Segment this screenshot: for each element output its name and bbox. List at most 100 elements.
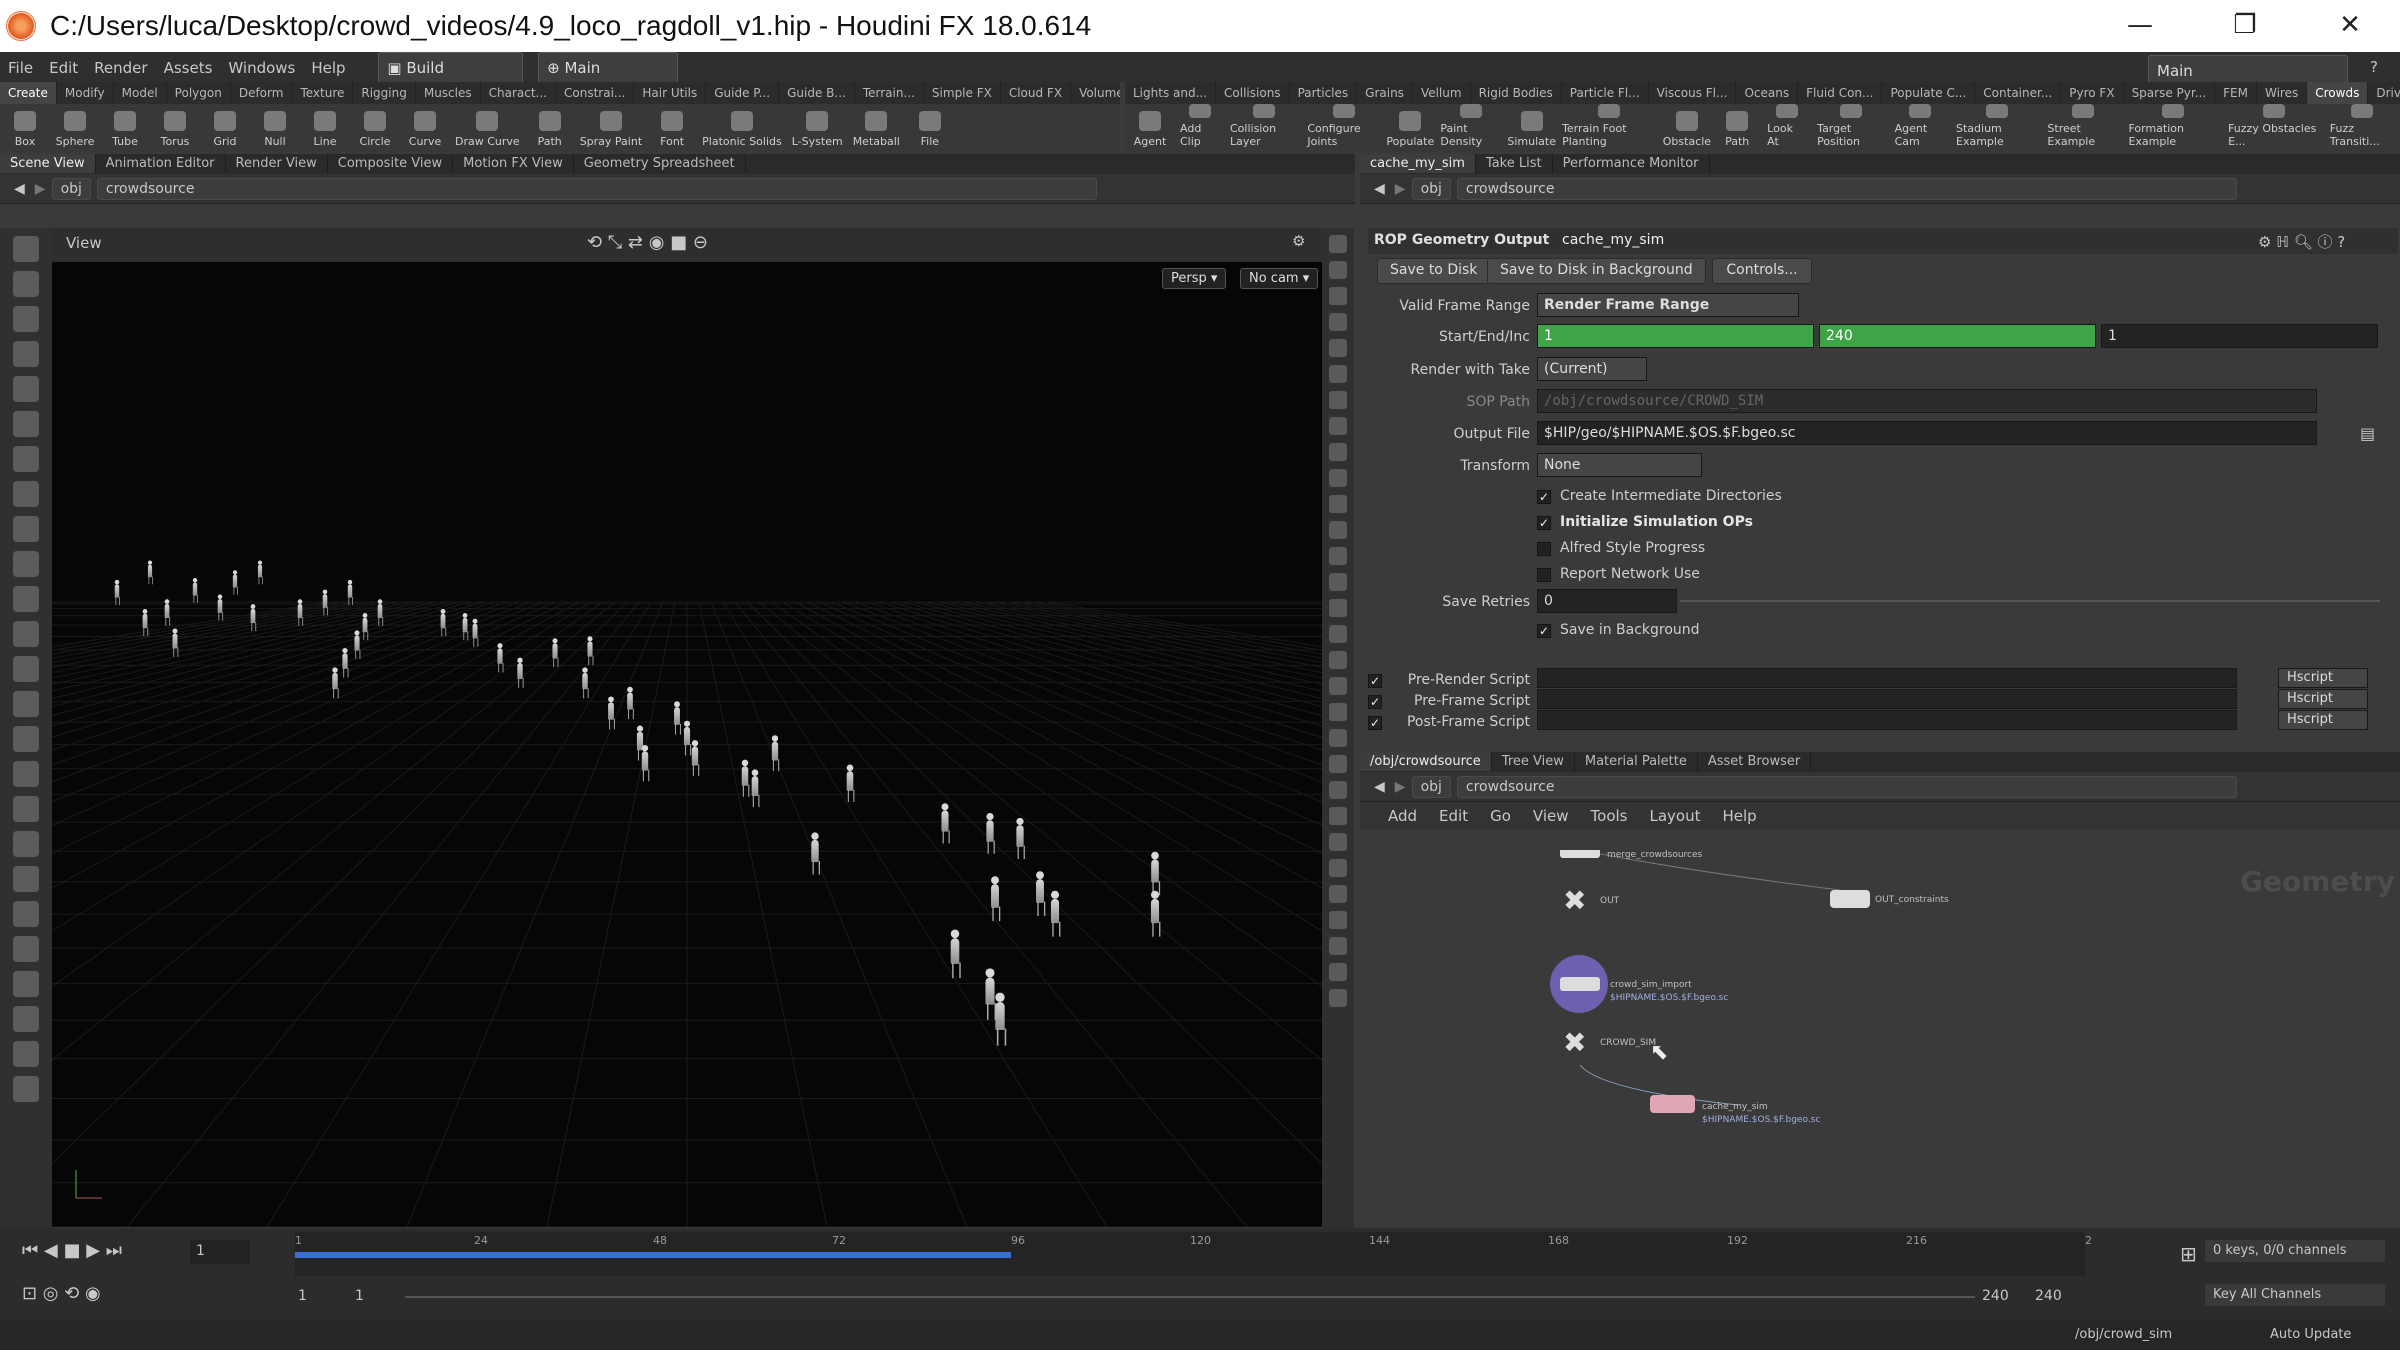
current-frame-field[interactable]: 1 <box>190 1240 250 1264</box>
shelf-tab-create[interactable]: Create <box>0 82 57 104</box>
display-option-icon[interactable] <box>1329 911 1347 929</box>
net-path-obj[interactable]: obj <box>1411 775 1451 798</box>
display-option-icon[interactable] <box>1329 365 1347 383</box>
script-field[interactable] <box>1537 710 2237 730</box>
net-back-icon[interactable]: ◀ <box>1374 779 1385 795</box>
display-option-icon[interactable] <box>1329 781 1347 799</box>
menu-render[interactable]: Render <box>86 53 155 83</box>
timeline-tools[interactable]: ⊡ ◎ ⟲ ◉ <box>22 1283 101 1304</box>
tab-composite-view[interactable]: Composite View <box>328 154 454 173</box>
selection-tools-icon[interactable]: ⟲ ⤡ ⇄ ◉ ■ ⊖ <box>587 232 708 253</box>
shelf-tool-fuzzy-obstacles-e[interactable]: Fuzzy Obstacles E... <box>2223 104 2325 152</box>
network-menu-go[interactable]: Go <box>1490 807 1511 825</box>
network-menu-layout[interactable]: Layout <box>1649 807 1700 825</box>
viewport-tool-icon[interactable] <box>13 516 39 542</box>
node-header-icons[interactable]: ⚙ ℍ 🔍︎ ⓘ ? <box>2258 231 2345 252</box>
display-option-icon[interactable] <box>1329 469 1347 487</box>
restore-button[interactable]: ❐ <box>2225 8 2265 42</box>
display-option-icon[interactable] <box>1329 989 1347 1007</box>
display-option-icon[interactable] <box>1329 495 1347 513</box>
create-dirs-checkbox[interactable]: ✓ <box>1537 490 1551 504</box>
tab-render-view[interactable]: Render View <box>226 154 328 173</box>
display-option-icon[interactable] <box>1329 391 1347 409</box>
viewport-tool-icon[interactable] <box>13 691 39 717</box>
shelf-tool-spray-paint[interactable]: Spray Paint <box>575 104 647 152</box>
shelf-tab-rigging[interactable]: Rigging <box>353 82 416 104</box>
display-option-icon[interactable] <box>1329 417 1347 435</box>
controls-button[interactable]: Controls... <box>1712 258 1812 284</box>
forward-icon[interactable]: ▶ <box>35 181 46 197</box>
shelf-tool-draw-curve[interactable]: Draw Curve <box>450 104 525 152</box>
param-path-obj[interactable]: obj <box>1411 177 1451 200</box>
playback-controls[interactable]: ⏮ ◀ ■ ▶ ⏭ <box>22 1240 122 1261</box>
display-option-icon[interactable] <box>1329 573 1347 591</box>
shelf-tool-platonic-solids[interactable]: Platonic Solids <box>697 104 787 152</box>
out-constraints-node[interactable] <box>1830 890 1870 908</box>
display-option-icon[interactable] <box>1329 703 1347 721</box>
shelf-tab-pyro-fx[interactable]: Pyro FX <box>2061 82 2124 104</box>
menu-file[interactable]: File <box>0 53 41 83</box>
display-option-icon[interactable] <box>1329 547 1347 565</box>
shelf-tab-particles[interactable]: Particles <box>1290 82 1358 104</box>
viewport-tool-icon[interactable] <box>13 656 39 682</box>
tab-cache-my-sim[interactable]: cache_my_sim <box>1360 154 1476 173</box>
shelf-tool-target-position[interactable]: Target Position <box>1812 104 1889 152</box>
shelf-tool-circle[interactable]: Circle <box>350 104 400 152</box>
timeline-bar[interactable]: 1 24 48 72 96 120 144 168 192 216 2 <box>295 1232 2092 1276</box>
tab-obj-crowdsource[interactable]: /obj/crowdsource <box>1360 752 1492 771</box>
menu-assets[interactable]: Assets <box>156 53 221 83</box>
merge-node[interactable] <box>1560 850 1600 858</box>
tab-take-list[interactable]: Take List <box>1476 154 1553 173</box>
3d-viewport[interactable]: Persp ▾ No cam ▾ <box>52 262 1322 1227</box>
display-option-icon[interactable] <box>1329 339 1347 357</box>
menu-windows[interactable]: Windows <box>220 53 303 83</box>
viewport-tool-icon[interactable] <box>13 376 39 402</box>
display-option-icon[interactable] <box>1329 235 1347 253</box>
script-language-menu[interactable]: Hscript <box>2278 668 2368 688</box>
shelf-tab-constrai[interactable]: Constrai... <box>556 82 635 104</box>
shelf-tab-lights-and[interactable]: Lights and... <box>1125 82 1217 104</box>
viewport-tool-icon[interactable] <box>13 1006 39 1032</box>
shelf-tool-box[interactable]: Box <box>0 104 50 152</box>
shelf-tab-fem[interactable]: FEM <box>2215 82 2257 104</box>
shelf-tool-path[interactable]: Path <box>1712 104 1762 152</box>
network-menu-add[interactable]: Add <box>1388 807 1417 825</box>
start-field[interactable]: 1 <box>1537 324 1814 348</box>
close-button[interactable]: ✕ <box>2330 8 2370 42</box>
viewport-tool-icon[interactable] <box>13 411 39 437</box>
shelf-tab-deform[interactable]: Deform <box>231 82 293 104</box>
shelf-tool-torus[interactable]: Torus <box>150 104 200 152</box>
desktop-select[interactable]: ▣ Build <box>378 52 524 84</box>
viewport-tool-icon[interactable] <box>13 236 39 262</box>
shelf-tool-simulate[interactable]: Simulate <box>1506 104 1557 152</box>
back-icon[interactable]: ◀ <box>14 181 25 197</box>
shelf-tool-l-system[interactable]: L-System <box>787 104 848 152</box>
viewport-tool-icon[interactable] <box>13 481 39 507</box>
display-option-icon[interactable] <box>1329 599 1347 617</box>
shelf-tool-curve[interactable]: Curve <box>400 104 450 152</box>
shelf-tool-grid[interactable]: Grid <box>200 104 250 152</box>
display-option-icon[interactable] <box>1329 677 1347 695</box>
display-option-icon[interactable] <box>1329 729 1347 747</box>
viewport-tool-icon[interactable] <box>13 446 39 472</box>
shelf-tool-collision-layer[interactable]: Collision Layer <box>1225 104 1302 152</box>
viewport-tool-icon[interactable] <box>13 866 39 892</box>
shelf-tool-configure-joints[interactable]: Configure Joints <box>1302 104 1385 152</box>
shelf-tab-grains[interactable]: Grains <box>1357 82 1413 104</box>
display-option-icon[interactable] <box>1329 937 1347 955</box>
valid-frame-range-menu[interactable]: Render Frame Range <box>1537 293 1799 317</box>
key-icon[interactable]: ⊞ <box>2180 1242 2197 1266</box>
tab-tree-view[interactable]: Tree View <box>1492 752 1575 771</box>
minimize-button[interactable]: — <box>2120 8 2160 42</box>
net-forward-icon[interactable]: ▶ <box>1395 779 1406 795</box>
shelf-tab-simple-fx[interactable]: Simple FX <box>924 82 1001 104</box>
network-menu-view[interactable]: View <box>1533 807 1569 825</box>
shelf-tool-font[interactable]: Font <box>647 104 697 152</box>
shelf-tool-add-clip[interactable]: Add Clip <box>1175 104 1225 152</box>
tab-scene-view[interactable]: Scene View <box>0 154 96 173</box>
shelf-tab-polygon[interactable]: Polygon <box>167 82 231 104</box>
shelf-tool-sphere[interactable]: Sphere <box>50 104 100 152</box>
display-option-icon[interactable] <box>1329 963 1347 981</box>
render-with-take-menu[interactable]: (Current) <box>1537 357 1647 381</box>
display-option-icon[interactable] <box>1329 625 1347 643</box>
